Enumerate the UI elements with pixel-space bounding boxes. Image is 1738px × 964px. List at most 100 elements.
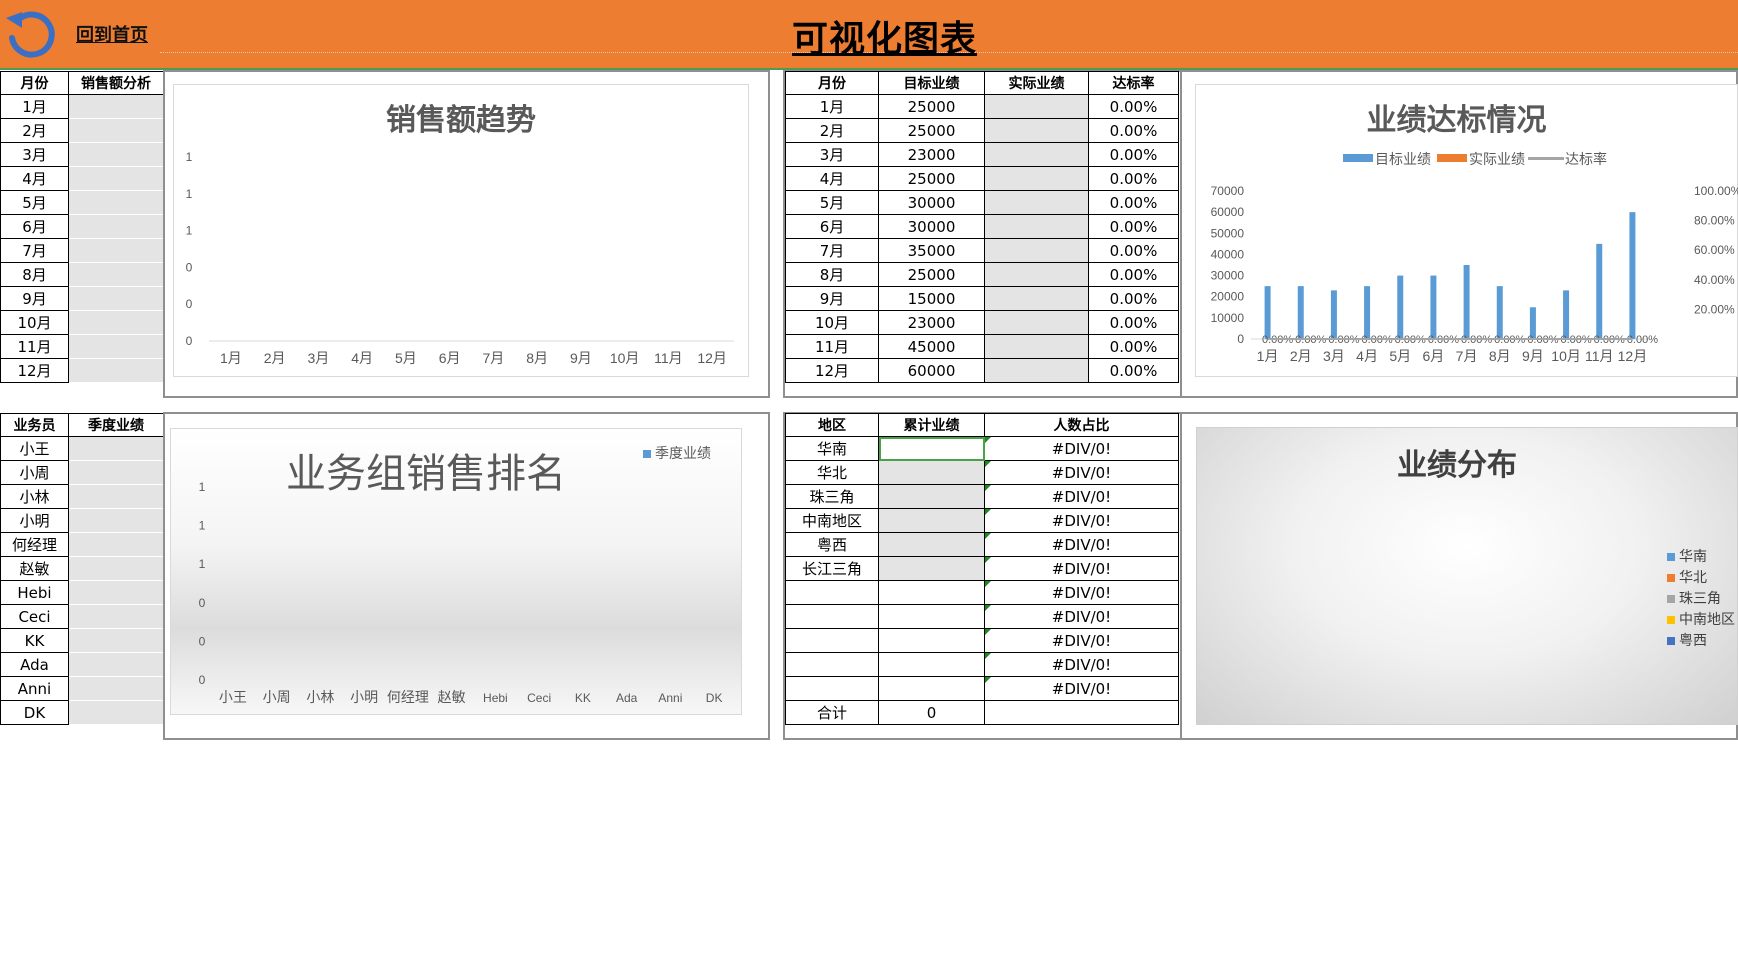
actual-cell[interactable] — [984, 334, 1089, 359]
month-cell[interactable]: 2月 — [785, 118, 879, 143]
actual-cell[interactable] — [984, 214, 1089, 239]
salesman-cell[interactable]: 小林 — [0, 484, 69, 509]
region-cell[interactable] — [785, 628, 879, 653]
sales-value-cell[interactable] — [68, 142, 164, 167]
rate-cell[interactable]: 0.00% — [1088, 310, 1179, 335]
region-cell[interactable]: 华北 — [785, 460, 879, 485]
sales-value-cell[interactable] — [68, 262, 164, 287]
distribution-chart[interactable]: 业绩分布 华南 华北 珠三角 中南地区 粤西 — [1196, 427, 1738, 725]
salesman-cell[interactable]: Ada — [0, 652, 69, 677]
home-link[interactable]: 回到首页 — [76, 21, 148, 47]
month-cell[interactable]: 4月 — [0, 166, 69, 191]
month-cell[interactable]: 5月 — [0, 190, 69, 215]
rate-cell[interactable]: 0.00% — [1088, 358, 1179, 383]
region-cell[interactable] — [785, 604, 879, 629]
salesman-cell[interactable]: 小周 — [0, 460, 69, 485]
month-cell[interactable]: 8月 — [785, 262, 879, 287]
total-cell[interactable] — [878, 652, 985, 677]
month-cell[interactable]: 7月 — [0, 238, 69, 263]
sales-value-cell[interactable] — [68, 166, 164, 191]
month-cell[interactable]: 10月 — [785, 310, 879, 335]
actual-cell[interactable] — [984, 286, 1089, 311]
month-cell[interactable]: 1月 — [0, 94, 69, 119]
actual-cell[interactable] — [984, 190, 1089, 215]
region-cell[interactable] — [785, 652, 879, 677]
month-cell[interactable]: 8月 — [0, 262, 69, 287]
quarter-value-cell[interactable] — [68, 628, 164, 653]
target-cell[interactable]: 60000 — [878, 358, 985, 383]
quarter-value-cell[interactable] — [68, 556, 164, 581]
ratio-cell[interactable]: #DIV/0! — [984, 460, 1179, 485]
refresh-icon[interactable] — [4, 8, 60, 58]
month-cell[interactable]: 5月 — [785, 190, 879, 215]
total-cell[interactable] — [878, 556, 985, 581]
salesman-cell[interactable]: 何经理 — [0, 532, 69, 557]
quarter-value-cell[interactable] — [68, 676, 164, 701]
sales-value-cell[interactable] — [68, 238, 164, 263]
actual-cell[interactable] — [984, 238, 1089, 263]
salesman-cell[interactable]: 小明 — [0, 508, 69, 533]
target-cell[interactable]: 30000 — [878, 190, 985, 215]
quarter-value-cell[interactable] — [68, 700, 164, 725]
region-cell[interactable]: 长江三角 — [785, 556, 879, 581]
salesman-cell[interactable]: DK — [0, 700, 69, 725]
month-cell[interactable]: 4月 — [785, 166, 879, 191]
ranking-chart[interactable]: 业务组销售排名 季度业绩 0 0 0 1 1 1 小王 小周 小林 小明 何经理 赵敏 Hebi Ceci… — [170, 428, 742, 715]
salesman-cell[interactable]: 小王 — [0, 436, 69, 461]
sales-value-cell[interactable] — [68, 94, 164, 119]
ratio-cell[interactable]: #DIV/0! — [984, 580, 1179, 605]
ratio-cell[interactable]: #DIV/0! — [984, 604, 1179, 629]
rate-cell[interactable]: 0.00% — [1088, 190, 1179, 215]
total-cell[interactable] — [878, 436, 985, 461]
total-value[interactable]: 0 — [878, 700, 985, 725]
ratio-cell[interactable]: #DIV/0! — [984, 532, 1179, 557]
region-cell[interactable]: 粤西 — [785, 532, 879, 557]
actual-cell[interactable] — [984, 310, 1089, 335]
sales-trend-chart[interactable]: 销售额趋势 0 0 0 1 1 1 1月 2月 3月 4月 5月 6月 7月 8月 9月 10月 11月 12月 — [173, 84, 749, 377]
rate-cell[interactable]: 0.00% — [1088, 166, 1179, 191]
target-cell[interactable]: 25000 — [878, 118, 985, 143]
target-cell[interactable]: 25000 — [878, 166, 985, 191]
ratio-cell[interactable]: #DIV/0! — [984, 484, 1179, 509]
month-cell[interactable]: 3月 — [0, 142, 69, 167]
quarter-value-cell[interactable] — [68, 652, 164, 677]
total-cell[interactable] — [878, 532, 985, 557]
rate-cell[interactable]: 0.00% — [1088, 286, 1179, 311]
sales-value-cell[interactable] — [68, 190, 164, 215]
sales-value-cell[interactable] — [68, 358, 164, 383]
sales-value-cell[interactable] — [68, 118, 164, 143]
month-cell[interactable]: 2月 — [0, 118, 69, 143]
month-cell[interactable]: 3月 — [785, 142, 879, 167]
month-cell[interactable]: 11月 — [785, 334, 879, 359]
rate-cell[interactable]: 0.00% — [1088, 118, 1179, 143]
rate-cell[interactable]: 0.00% — [1088, 262, 1179, 287]
target-cell[interactable]: 30000 — [878, 214, 985, 239]
rate-cell[interactable]: 0.00% — [1088, 334, 1179, 359]
sales-value-cell[interactable] — [68, 214, 164, 239]
region-cell[interactable]: 中南地区 — [785, 508, 879, 533]
month-cell[interactable]: 10月 — [0, 310, 69, 335]
quarter-value-cell[interactable] — [68, 532, 164, 557]
rate-cell[interactable]: 0.00% — [1088, 214, 1179, 239]
ratio-cell[interactable]: #DIV/0! — [984, 436, 1179, 461]
total-cell[interactable] — [878, 676, 985, 701]
month-cell[interactable]: 6月 — [0, 214, 69, 239]
quarter-value-cell[interactable] — [68, 604, 164, 629]
total-cell[interactable] — [878, 580, 985, 605]
rate-cell[interactable]: 0.00% — [1088, 142, 1179, 167]
target-chart[interactable]: 业绩达标情况 目标业绩 实际业绩 达标率 0 10000 20000 30000 40000 5… — [1195, 84, 1738, 377]
month-cell[interactable]: 9月 — [785, 286, 879, 311]
salesman-cell[interactable]: Hebi — [0, 580, 69, 605]
target-cell[interactable]: 23000 — [878, 310, 985, 335]
month-cell[interactable]: 9月 — [0, 286, 69, 311]
month-cell[interactable]: 11月 — [0, 334, 69, 359]
ratio-cell[interactable]: #DIV/0! — [984, 628, 1179, 653]
target-cell[interactable]: 15000 — [878, 286, 985, 311]
actual-cell[interactable] — [984, 142, 1089, 167]
total-cell[interactable] — [878, 460, 985, 485]
salesman-cell[interactable]: KK — [0, 628, 69, 653]
quarter-value-cell[interactable] — [68, 580, 164, 605]
salesman-cell[interactable]: Ceci — [0, 604, 69, 629]
region-cell[interactable]: 华南 — [785, 436, 879, 461]
actual-cell[interactable] — [984, 94, 1089, 119]
